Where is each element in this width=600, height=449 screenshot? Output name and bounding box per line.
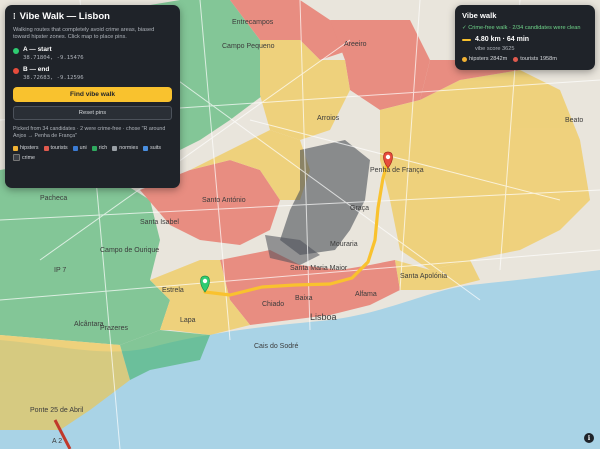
result-vibe-mix: hipsters 2842m tourists 1958m xyxy=(462,56,588,62)
legend-suits: suits xyxy=(143,145,161,151)
map-label-arroios: Arroios xyxy=(317,115,340,122)
legend-tourists-label: tourists xyxy=(50,145,68,152)
mix-tourists-label: tourists 1958m xyxy=(520,56,557,62)
map-label-ponte-25-de-abril: Ponte 25 de Abril xyxy=(30,407,84,414)
point-b-dot xyxy=(13,68,19,75)
map-label-santo-antonio: Santo António xyxy=(202,197,246,204)
legend-hipsters: hipsters xyxy=(13,145,39,151)
legend-crime: crime xyxy=(13,154,35,162)
legend-hipsters-label: hipsters xyxy=(20,145,39,152)
map-label-santa-isabel: Santa Isabel xyxy=(140,219,179,226)
map-label-areeiro: Areeiro xyxy=(344,41,367,48)
route-line-icon xyxy=(462,38,471,41)
control-panel: ⁞ Vibe Walk — Lisbon Walking routes that… xyxy=(5,5,180,188)
legend-rich: rich xyxy=(91,145,108,152)
mix-hipsters-label: hipsters 2842m xyxy=(469,56,508,62)
pin-icon: ⁞ xyxy=(13,12,16,21)
map-label-cais-do-sodre: Cais do Sodré xyxy=(254,343,298,350)
app-title: Vibe Walk — Lisbon xyxy=(19,11,110,22)
map-label-ip7: IP 7 xyxy=(54,267,66,274)
info-icon[interactable]: i xyxy=(584,433,594,443)
find-vibe-walk-button[interactable]: Find vibe walk xyxy=(13,87,172,103)
map-label-estrela: Estrela xyxy=(162,287,184,294)
legend-normies: normies xyxy=(112,145,138,151)
map-label-alfama: Alfama xyxy=(355,291,377,298)
map-label-pacheca: Pacheca xyxy=(40,195,67,202)
map-label-santa-apolonia: Santa Apolónia xyxy=(400,273,447,280)
point-b-coords: 38.72683, -9.12596 xyxy=(23,75,84,82)
point-a-label: A — start xyxy=(23,46,52,54)
reset-pins-button[interactable]: Reset pins xyxy=(13,106,172,121)
map-label-lisboa: Lisboa xyxy=(310,312,337,322)
legend-crime-label: crime xyxy=(22,154,35,161)
map-label-campo-de-ourique: Campo de Ourique xyxy=(100,247,159,254)
map-label-santa-maria-maior: Santa Maria Maior xyxy=(290,265,348,272)
app-subtitle: Walking routes that completely avoid cri… xyxy=(13,27,155,41)
map-label-penha-de-franca: Penha de França xyxy=(370,167,424,174)
map-label-alcantara: Alcântara xyxy=(74,321,104,328)
mix-tourists: tourists 1958m xyxy=(513,56,557,62)
map-label-lapa: Lapa xyxy=(180,317,196,324)
legend-suits-label: suits xyxy=(150,145,161,152)
map-label-chiado: Chiado xyxy=(262,301,284,308)
map-label-campo-pequeno: Campo Pequeno xyxy=(222,43,275,50)
result-title: Vibe walk xyxy=(462,11,497,20)
result-vibe-score: vibe score 3625 xyxy=(475,46,515,52)
point-a-coords: 38.71804, -9.15476 xyxy=(23,55,84,62)
legend-uni: uni xyxy=(72,145,87,152)
result-distance-row: 4.80 km · 64 min xyxy=(462,36,588,43)
legend-uni-label: uni xyxy=(79,145,87,152)
panel-title: ⁞ Vibe Walk — Lisbon xyxy=(13,11,172,22)
map-label-beato: Beato xyxy=(565,117,583,124)
map-label-baixa: Baixa xyxy=(295,295,313,302)
candidates-note: Picked from 34 candidates · 2 were crime… xyxy=(13,126,166,140)
mix-hipsters: hipsters 2842m xyxy=(462,56,507,62)
point-a: A — start 38.71804, -9.15476 xyxy=(13,46,172,61)
result-distance: 4.80 km · 64 min xyxy=(475,36,530,43)
vibe-legend: hipsters tourists uni rich normies suits… xyxy=(13,145,172,162)
legend-tourists: tourists xyxy=(43,145,68,152)
point-b-label: B — end xyxy=(23,66,50,74)
map-label-entrecampos: Entrecampos xyxy=(232,19,274,26)
map-label-prazeres: Prazeres xyxy=(100,325,129,332)
result-panel: Vibe walk ✓ Crime-free walk · 2/34 candi… xyxy=(455,5,595,70)
legend-rich-label: rich xyxy=(98,145,108,152)
map-label-mouraria: Mouraria xyxy=(330,241,358,248)
result-status: ✓ Crime-free walk · 2/34 candidates were… xyxy=(462,25,581,31)
point-a-dot xyxy=(13,48,19,55)
map-label-graca: Graça xyxy=(350,205,369,212)
map-label-a2: A 2 xyxy=(52,438,62,445)
point-b: B — end 38.72683, -9.12596 xyxy=(13,66,172,81)
legend-normies-label: normies xyxy=(119,145,139,152)
